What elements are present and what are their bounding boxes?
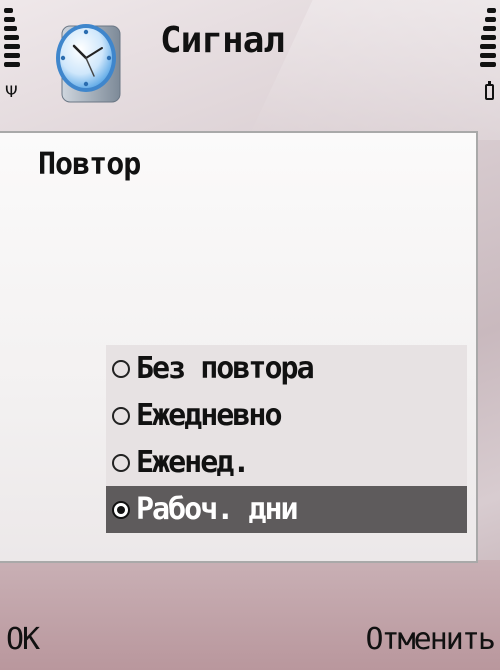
option-workdays[interactable]: Рабоч. дни bbox=[106, 486, 467, 533]
cancel-softkey[interactable]: Отменить bbox=[366, 622, 496, 657]
signal-strength-icon bbox=[4, 8, 20, 71]
background-highlight bbox=[247, 0, 500, 140]
setting-label: Повтор bbox=[38, 147, 141, 182]
scrollbar[interactable] bbox=[480, 131, 496, 563]
ok-softkey[interactable]: OK bbox=[6, 622, 40, 657]
repeat-options-list: Без повтора Ежедневно Еженед. Рабоч. дни bbox=[106, 345, 467, 533]
battery-icon bbox=[485, 81, 494, 100]
option-label: Без повтора bbox=[136, 351, 315, 386]
option-daily[interactable]: Ежедневно bbox=[106, 392, 467, 439]
radio-icon bbox=[112, 359, 130, 378]
option-label: Еженед. bbox=[136, 445, 250, 480]
clock-icon bbox=[52, 18, 124, 104]
page-title: Сигнал bbox=[160, 20, 285, 61]
radio-icon bbox=[112, 406, 130, 425]
option-label: Рабоч. дни bbox=[136, 492, 299, 527]
option-weekly[interactable]: Еженед. bbox=[106, 439, 467, 486]
option-label: Ежедневно bbox=[136, 398, 283, 433]
antenna-icon: Ψ bbox=[5, 82, 18, 101]
radio-icon bbox=[112, 453, 130, 472]
radio-selected-icon bbox=[112, 500, 130, 519]
battery-level-icon bbox=[480, 8, 496, 71]
option-no-repeat[interactable]: Без повтора bbox=[106, 345, 467, 392]
